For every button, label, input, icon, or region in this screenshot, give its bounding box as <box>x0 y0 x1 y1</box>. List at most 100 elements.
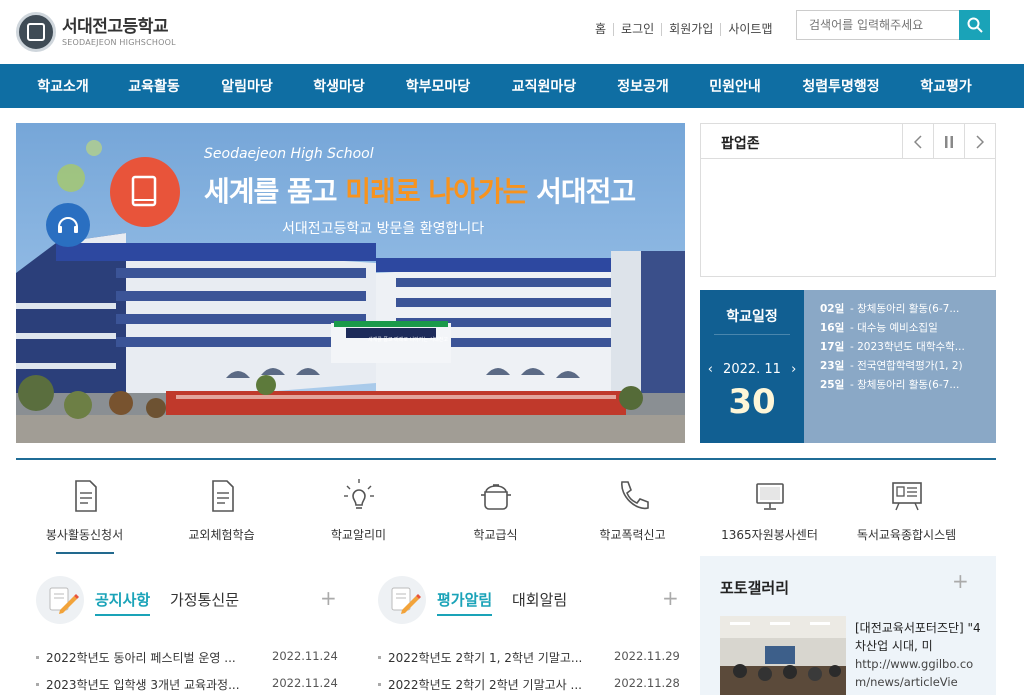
school-name[interactable]: 서대전고등학교 <box>62 12 168 37</box>
nav-transparency[interactable]: 청렴투명행정 <box>790 76 892 96</box>
quick-links: 봉사활동신청서 교외체험학습 학교알리미 학교급식 학교폭력신고 1365자원봉… <box>16 470 996 554</box>
search-input[interactable] <box>797 11 957 39</box>
tab-evaluation[interactable]: 평가알림 <box>437 589 493 616</box>
chevron-left-icon <box>914 134 922 149</box>
main-navigation: 학교소개 교육활동 알림마당 학생마당 학부모마당 교직원마당 정보공개 민원안… <box>0 64 1024 108</box>
board-icon <box>891 482 922 511</box>
search-button[interactable] <box>959 10 990 40</box>
notice-pencil-icon <box>36 576 84 624</box>
event-text: - 대수능 예비소집일 <box>850 322 938 334</box>
utility-links: 홈 로그인 회원가입 사이트맵 <box>588 23 780 36</box>
util-link-sitemap[interactable]: 사이트맵 <box>721 23 779 36</box>
quick-link-label: 학교급식 <box>473 528 518 542</box>
event-text: - 전국연합학력평가(1, 2) <box>850 360 963 372</box>
evaluation-board: 평가알림 대회알림 + 2022학년도 2학기 1, 2학년 기말고... 202… <box>378 570 683 695</box>
schedule-event[interactable]: 23일 - 전국연합학력평가(1, 2) <box>820 357 990 376</box>
util-link-login[interactable]: 로그인 <box>614 23 663 36</box>
item-date: 2022.11.28 <box>614 676 680 690</box>
month-prev-icon[interactable]: ‹ <box>708 362 713 377</box>
schedule-event[interactable]: 02일 - 창체동아리 활동(6-7... <box>820 300 990 319</box>
schedule-divider <box>714 334 790 335</box>
event-day: 16일 <box>820 322 845 334</box>
nav-student[interactable]: 학생마당 <box>302 76 376 96</box>
popup-header: 팝업존 <box>701 124 995 159</box>
nav-education[interactable]: 교육활동 <box>117 76 191 96</box>
gallery-caption[interactable]: [대전교육서포터즈단] "4차산업 시대, 미 http://www.ggilb… <box>855 619 985 691</box>
nav-school-intro[interactable]: 학교소개 <box>24 76 102 96</box>
util-link-home[interactable]: 홈 <box>588 23 615 36</box>
gallery-caption-title: [대전교육서포터즈단] "4차산업 시대, 미 <box>855 621 981 653</box>
quick-link-school-info[interactable]: 학교알리미 <box>290 470 427 554</box>
pot-icon <box>480 484 511 510</box>
quick-link-reading-system[interactable]: 독서교육종합시스템 <box>838 470 975 554</box>
phone-icon <box>620 481 649 510</box>
month-next-icon[interactable]: › <box>791 362 796 377</box>
school-schedule: 학교일정 ‹ 2022. 11 › 30 02일 - 창체동아리 활동(6-7..… <box>700 290 996 443</box>
event-text: - 창체동아리 활동(6-7... <box>850 379 960 391</box>
popup-pause-button[interactable] <box>933 124 964 159</box>
gallery-thumbnail[interactable] <box>720 616 846 695</box>
tab-notice[interactable]: 공지사항 <box>95 589 151 616</box>
site-header: 서대전고등학교 SEODAEJEON HIGHSCHOOL 홈 로그인 회원가입… <box>0 0 1024 64</box>
quick-link-label: 교외체험학습 <box>188 528 255 542</box>
gallery-title: 포토갤러리 <box>720 579 790 597</box>
quick-link-1365-volunteer[interactable]: 1365자원봉사센터 <box>701 470 838 554</box>
item-title: 2022학년도 동아리 페스티벌 운영 ... <box>46 651 236 665</box>
monitor-icon <box>755 483 784 510</box>
list-item[interactable]: 2023학년도 입학생 3개년 교육과정... 2022.11.24 <box>36 673 338 700</box>
nav-notice-board[interactable]: 알림마당 <box>210 76 284 96</box>
evaluation-more-button[interactable]: + <box>662 586 679 610</box>
schedule-event[interactable]: 16일 - 대수능 예비소집일 <box>820 319 990 338</box>
document-icon <box>74 480 97 512</box>
schedule-month: ‹ 2022. 11 › <box>700 362 804 377</box>
list-item[interactable]: 2022학년도 2학기 1, 2학년 기말고... 2022.11.29 <box>378 646 680 673</box>
quick-link-underline <box>55 552 114 554</box>
quick-link-label: 학교알리미 <box>330 528 387 542</box>
chevron-right-icon <box>976 134 984 149</box>
document-icon <box>211 480 234 512</box>
nav-civil-service[interactable]: 민원안내 <box>696 76 774 96</box>
quick-link-violence-report[interactable]: 학교폭력신고 <box>564 470 701 554</box>
building-sign: 세계를 품고 미래로 나아가는 서대전고 <box>368 337 448 343</box>
event-day: 23일 <box>820 360 845 372</box>
popup-title: 팝업존 <box>721 136 760 152</box>
event-text: - 2023학년도 대학수학... <box>850 341 965 353</box>
photo-gallery: 포토갤러리 + [대전교육서포터즈단] "4차산업 시대, 미 http://w… <box>700 556 996 695</box>
nav-staff[interactable]: 교직원마당 <box>500 76 588 96</box>
headline-part-2: 미래로 나아가는 <box>345 175 528 208</box>
list-item[interactable]: 2022학년도 동아리 페스티벌 운영 ... 2022.11.24 <box>36 646 338 673</box>
quick-link-label: 봉사활동신청서 <box>45 528 124 542</box>
quick-link-label: 학교폭력신고 <box>599 528 666 542</box>
schedule-event[interactable]: 25일 - 창체동아리 활동(6-7... <box>820 376 990 395</box>
popup-prev-button[interactable] <box>902 124 933 159</box>
school-logo[interactable] <box>16 12 56 52</box>
gallery-more-button[interactable]: + <box>952 569 969 593</box>
schedule-month-label: 2022. 11 <box>723 362 781 377</box>
quick-link-volunteer-form[interactable]: 봉사활동신청서 <box>16 470 153 554</box>
tab-home-letter[interactable]: 가정통신문 <box>170 589 239 610</box>
schedule-calendar: 학교일정 ‹ 2022. 11 › 30 <box>700 290 804 443</box>
main-banner[interactable]: Seodaejeon High School 세계를 품고 미래로 나아가는 서… <box>16 123 685 443</box>
tab-contest[interactable]: 대회알림 <box>512 589 567 610</box>
headline-part-3: 서대전고 <box>527 175 636 208</box>
notice-more-button[interactable]: + <box>320 586 337 610</box>
schedule-title[interactable]: 학교일정 <box>700 306 804 326</box>
banner-headline: 세계를 품고 미래로 나아가는 서대전고 <box>204 170 636 210</box>
popup-next-button[interactable] <box>964 124 995 159</box>
item-title: 2023학년도 입학생 3개년 교육과정... <box>46 678 240 692</box>
event-text: - 창체동아리 활동(6-7... <box>850 303 960 315</box>
schedule-event[interactable]: 17일 - 2023학년도 대학수학... <box>820 338 990 357</box>
nav-info-disclosure[interactable]: 정보공개 <box>604 76 682 96</box>
schedule-day: 30 <box>728 382 776 422</box>
list-item[interactable]: 2022학년도 2학기 2학년 기말고사 ... 2022.11.28 <box>378 673 680 700</box>
quick-link-label: 1365자원봉사센터 <box>721 528 818 542</box>
quick-link-school-meal[interactable]: 학교급식 <box>427 470 564 554</box>
util-link-signup[interactable]: 회원가입 <box>662 23 722 36</box>
quick-link-label: 독서교육종합시스템 <box>856 528 957 542</box>
notice-list: 2022학년도 동아리 페스티벌 운영 ... 2022.11.24 2023학년… <box>36 646 338 700</box>
quick-link-field-trip[interactable]: 교외체험학습 <box>153 470 290 554</box>
evaluation-list: 2022학년도 2학기 1, 2학년 기말고... 2022.11.29 2022… <box>378 646 680 700</box>
nav-parent[interactable]: 학부모마당 <box>394 76 482 96</box>
nav-school-evaluation[interactable]: 학교평가 <box>906 76 986 96</box>
gallery-caption-url: http://www.ggilbo.com/news/articleVie <box>855 657 974 689</box>
